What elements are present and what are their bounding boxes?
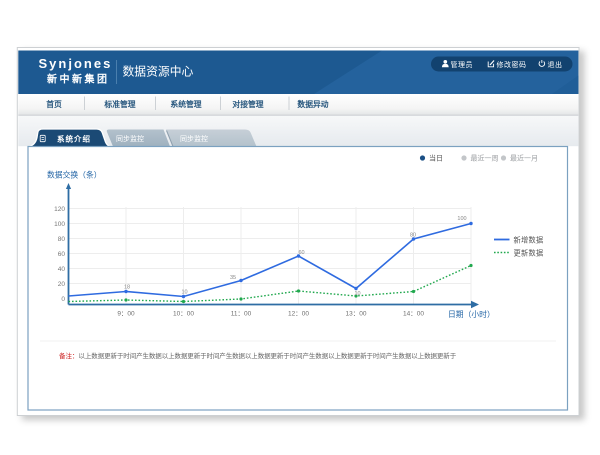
svg-text:退出: 退出: [548, 60, 563, 69]
svg-text:系统管理: 系统管理: [170, 99, 201, 109]
svg-text:Synjones: Synjones: [39, 56, 113, 71]
svg-text:数据资源中心: 数据资源中心: [123, 65, 194, 79]
svg-text:60: 60: [298, 250, 304, 256]
svg-text:最近一月: 最近一月: [510, 154, 538, 163]
svg-text:首页: 首页: [46, 99, 62, 109]
svg-text:系统介绍: 系统介绍: [57, 133, 91, 143]
svg-text:更新数据: 更新数据: [514, 248, 544, 257]
svg-text:同步监控: 同步监控: [180, 134, 208, 143]
svg-text:日期（小时）: 日期（小时）: [448, 309, 495, 319]
svg-text:新中新集团: 新中新集团: [47, 73, 110, 86]
svg-text:10: 10: [181, 290, 187, 296]
svg-text:80: 80: [58, 236, 66, 243]
svg-text:数据异动: 数据异动: [297, 99, 328, 109]
svg-text:10：00: 10：00: [173, 311, 194, 318]
svg-text:9：00: 9：00: [117, 311, 135, 318]
svg-text:管理员: 管理员: [451, 60, 474, 69]
svg-text:100: 100: [54, 221, 65, 228]
svg-text:数据交换（条）: 数据交换（条）: [47, 170, 102, 180]
svg-text:11：00: 11：00: [231, 311, 252, 318]
svg-text:40: 40: [58, 266, 66, 273]
svg-text:12：00: 12：00: [288, 311, 309, 318]
svg-text:备注：: 备注：: [59, 351, 79, 360]
svg-text:标准管理: 标准管理: [103, 99, 135, 109]
svg-text:10: 10: [354, 291, 360, 297]
svg-text:对接管理: 对接管理: [232, 99, 263, 109]
svg-text:同步监控: 同步监控: [116, 134, 144, 143]
svg-text:最近一周: 最近一周: [471, 154, 499, 163]
svg-text:18: 18: [124, 285, 130, 291]
svg-text:以上数据更新于时间产生数据以上数据更新于时间产生数据以上数据: 以上数据更新于时间产生数据以上数据更新于时间产生数据以上数据更新于时间产生数据以…: [79, 351, 457, 360]
svg-text:当日: 当日: [429, 154, 443, 163]
svg-text:60: 60: [58, 251, 66, 258]
svg-text:120: 120: [54, 206, 65, 213]
svg-text:14：00: 14：00: [403, 311, 424, 318]
svg-text:100: 100: [457, 216, 466, 222]
svg-text:13：00: 13：00: [346, 311, 367, 318]
svg-text:20: 20: [58, 281, 66, 288]
svg-text:80: 80: [410, 233, 416, 239]
svg-text:0: 0: [61, 296, 65, 303]
svg-text:35: 35: [230, 275, 236, 281]
svg-text:新增数据: 新增数据: [514, 235, 544, 244]
svg-text:修改密码: 修改密码: [497, 60, 527, 69]
